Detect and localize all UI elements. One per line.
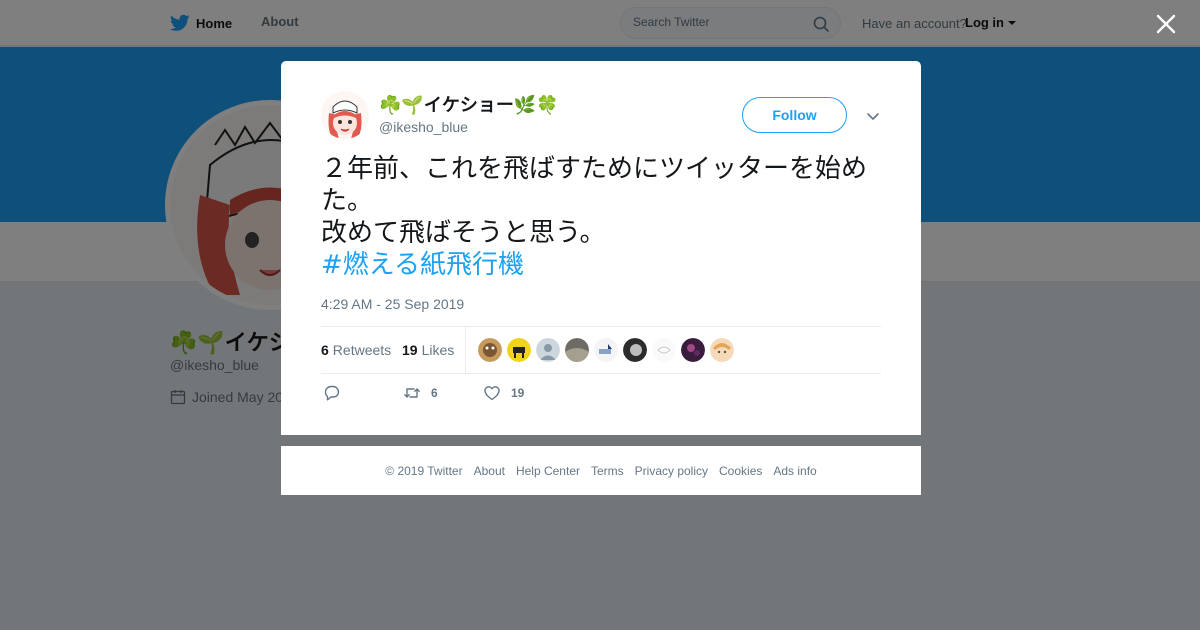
tweet-text-line1: ２年前、これを飛ばすためにツイッターを始めた。 (321, 154, 868, 216)
retweet-button[interactable]: 6 (403, 384, 438, 402)
retweets-label: Retweets (332, 342, 392, 358)
retweets-stat[interactable]: 6 Retweets (321, 342, 391, 358)
liker-avatar[interactable] (478, 338, 502, 362)
tweet-hashtag-link[interactable]: #燃える紙飛行機 (321, 249, 887, 281)
footer-copyright: © 2019 Twitter (385, 463, 463, 478)
liker-avatar[interactable] (623, 338, 647, 362)
reply-button[interactable] (323, 384, 341, 402)
footer-link-about[interactable]: About (474, 464, 505, 478)
retweet-icon (404, 388, 420, 398)
tweet-text: ２年前、これを飛ばすためにツイッターを始めた。 改めて飛ばそうと思う。 #燃える… (321, 153, 887, 281)
tweet-timestamp[interactable]: 4:29 AM - 25 Sep 2019 (321, 296, 464, 312)
reply-icon (324, 385, 340, 401)
tweet-actions: 6 19 (321, 384, 621, 408)
author-avatar[interactable] (321, 91, 369, 139)
footer-link-ads-info[interactable]: Ads info (773, 464, 816, 478)
tweet-text-line2: 改めて飛ばそうと思う。 (321, 218, 606, 248)
heart-icon (484, 386, 500, 401)
author-name[interactable]: ☘️🌱イケショー🌿🍀 (379, 91, 559, 117)
liker-avatars (478, 338, 734, 362)
footer-link-terms[interactable]: Terms (591, 464, 624, 478)
liker-avatar[interactable] (710, 338, 734, 362)
liker-avatar[interactable] (681, 338, 705, 362)
retweet-action-count: 6 (431, 386, 438, 400)
chevron-down-icon[interactable] (865, 108, 881, 124)
follow-button[interactable]: Follow (742, 97, 847, 133)
stats-divider (465, 327, 466, 374)
liker-avatar[interactable] (594, 338, 618, 362)
retweets-count: 6 (321, 342, 329, 358)
liker-avatar[interactable] (507, 338, 531, 362)
footer-link-privacy-policy[interactable]: Privacy policy (635, 464, 708, 478)
tweet-modal: ☘️🌱イケショー🌿🍀 @ikesho_blue Follow ２年前、これを飛ば… (281, 61, 921, 435)
like-action-count: 19 (511, 386, 525, 400)
liker-avatar[interactable] (565, 338, 589, 362)
liker-avatar[interactable] (536, 338, 560, 362)
footer-link-cookies[interactable]: Cookies (719, 464, 762, 478)
like-button[interactable]: 19 (483, 384, 524, 402)
footer-link-help-center[interactable]: Help Center (516, 464, 580, 478)
author-handle[interactable]: @ikesho_blue (379, 119, 468, 135)
close-icon[interactable] (1155, 13, 1177, 35)
liker-avatar[interactable] (652, 338, 676, 362)
likes-stat[interactable]: 19 Likes (402, 342, 454, 358)
modal-footer: © 2019 Twitter About Help Center Terms P… (281, 446, 921, 495)
likes-label: Likes (421, 342, 455, 358)
tweet-stats: 6 Retweets 19 Likes (321, 326, 881, 374)
likes-count: 19 (402, 342, 418, 358)
author-avatar-illustration (321, 91, 369, 139)
